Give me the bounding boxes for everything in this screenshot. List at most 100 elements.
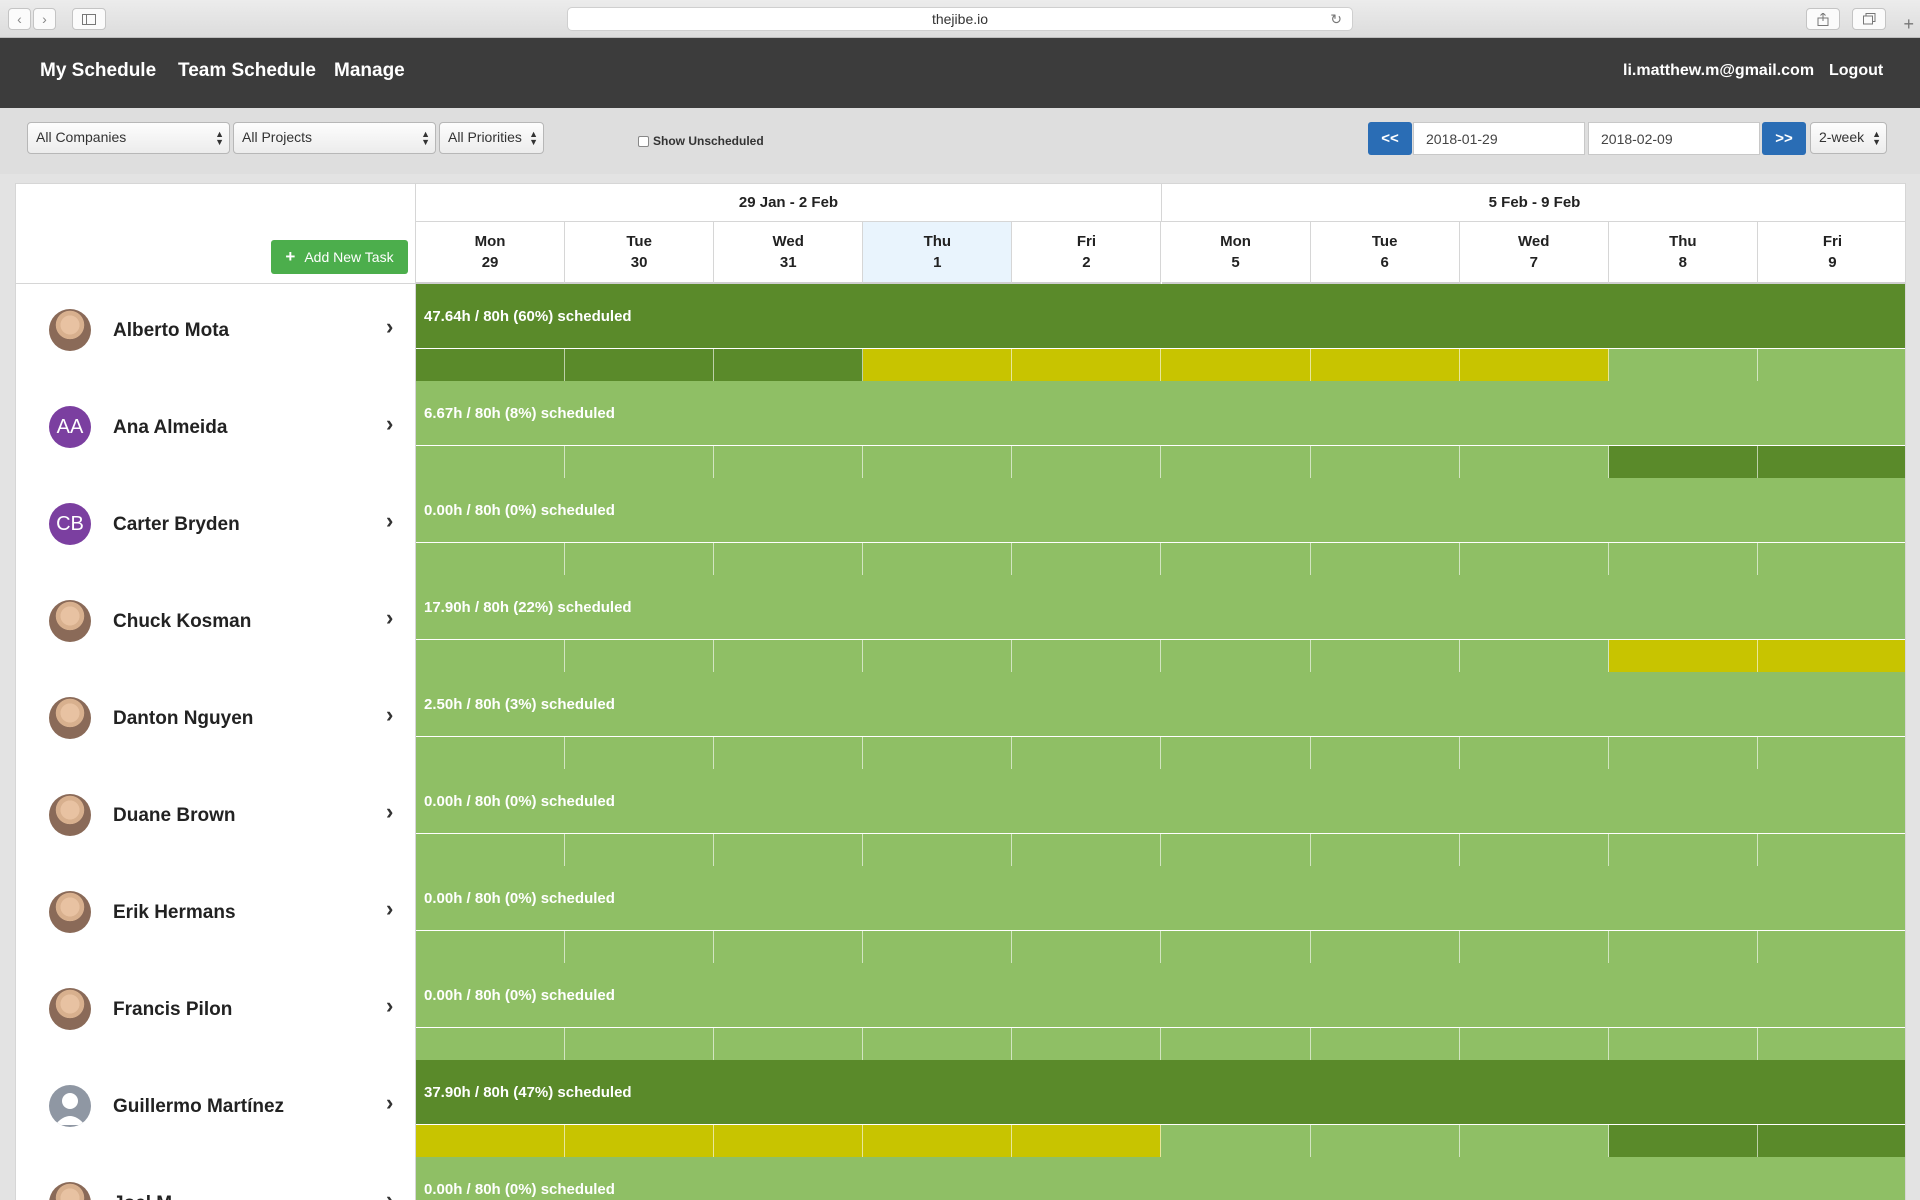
day-cell[interactable] — [565, 834, 715, 867]
back-button[interactable]: ‹ — [8, 8, 31, 30]
day-cell[interactable] — [714, 1125, 864, 1158]
day-cell[interactable] — [1310, 834, 1460, 867]
end-date-input[interactable]: 2018-02-09 — [1588, 122, 1760, 155]
day-cell[interactable] — [1459, 834, 1609, 867]
nav-manage[interactable]: Manage — [334, 60, 405, 82]
add-new-task-button[interactable]: + Add New Task — [271, 240, 408, 274]
day-cell[interactable] — [1310, 543, 1460, 576]
next-range-button[interactable]: >> — [1762, 122, 1806, 155]
day-cell[interactable] — [1012, 931, 1162, 964]
person-info[interactable]: Duane Brown › — [16, 769, 416, 866]
day-cell[interactable] — [1310, 1028, 1460, 1061]
day-cell[interactable] — [1757, 1028, 1905, 1061]
day-cell[interactable] — [863, 640, 1013, 673]
person-info[interactable]: Erik Hermans › — [16, 866, 416, 963]
day-cell[interactable] — [1459, 349, 1609, 382]
day-cell[interactable] — [714, 931, 864, 964]
day-cell[interactable] — [714, 737, 864, 770]
range-select[interactable]: 2-week ▲ ▼ — [1810, 122, 1887, 154]
day-cell[interactable] — [416, 1125, 566, 1158]
day-cell[interactable] — [1757, 446, 1905, 479]
schedule-summary-bar[interactable]: 47.64h / 80h (60%) scheduled — [416, 284, 1905, 348]
day-cell[interactable] — [1310, 737, 1460, 770]
day-cell[interactable] — [1608, 349, 1758, 382]
day-cell[interactable] — [1161, 834, 1311, 867]
chevron-right-icon[interactable]: › — [386, 508, 393, 534]
schedule-summary-bar[interactable]: 37.90h / 80h (47%) scheduled — [416, 1060, 1905, 1124]
person-info[interactable]: Guillermo Martínez › — [16, 1060, 416, 1157]
day-cell[interactable] — [1310, 349, 1460, 382]
day-cell[interactable] — [1161, 1125, 1311, 1158]
day-cell[interactable] — [1459, 1125, 1609, 1158]
nav-team-schedule[interactable]: Team Schedule — [178, 60, 316, 82]
day-cell[interactable] — [416, 349, 566, 382]
day-cell[interactable] — [1757, 834, 1905, 867]
day-cell[interactable] — [863, 834, 1013, 867]
day-cell[interactable] — [1161, 931, 1311, 964]
day-cell[interactable] — [565, 931, 715, 964]
new-tab-icon[interactable]: + — [1903, 14, 1914, 35]
day-cell[interactable] — [1161, 543, 1311, 576]
day-cell[interactable] — [565, 1028, 715, 1061]
chevron-right-icon[interactable]: › — [386, 605, 393, 631]
show-unscheduled-toggle[interactable]: Show Unscheduled — [638, 134, 764, 148]
schedule-summary-bar[interactable]: 0.00h / 80h (0%) scheduled — [416, 478, 1905, 542]
day-cell[interactable] — [1757, 931, 1905, 964]
day-cell[interactable] — [416, 1028, 566, 1061]
day-cell[interactable] — [1459, 737, 1609, 770]
day-cell[interactable] — [1012, 640, 1162, 673]
person-info[interactable]: Joel M... › — [16, 1157, 416, 1200]
day-cell[interactable] — [1012, 543, 1162, 576]
day-cell[interactable] — [863, 446, 1013, 479]
day-cell[interactable] — [1161, 1028, 1311, 1061]
day-cell[interactable] — [714, 349, 864, 382]
day-cell[interactable] — [1608, 737, 1758, 770]
day-cell[interactable] — [863, 931, 1013, 964]
chevron-right-icon[interactable]: › — [386, 1187, 393, 1200]
day-cell[interactable] — [1757, 543, 1905, 576]
day-cell[interactable] — [416, 834, 566, 867]
chevron-right-icon[interactable]: › — [386, 993, 393, 1019]
day-cell[interactable] — [714, 446, 864, 479]
show-unscheduled-checkbox[interactable] — [638, 135, 649, 147]
user-email[interactable]: li.matthew.m@gmail.com — [1623, 62, 1814, 80]
day-cell[interactable] — [1608, 834, 1758, 867]
day-cell[interactable] — [1608, 1125, 1758, 1158]
day-cell[interactable] — [1310, 640, 1460, 673]
schedule-summary-bar[interactable]: 6.67h / 80h (8%) scheduled — [416, 381, 1905, 445]
person-info[interactable]: Danton Nguyen › — [16, 672, 416, 769]
day-cell[interactable] — [1757, 1125, 1905, 1158]
day-cell[interactable] — [1608, 1028, 1758, 1061]
companies-select[interactable]: All Companies ▲ ▼ — [27, 122, 230, 154]
schedule-summary-bar[interactable]: 17.90h / 80h (22%) scheduled — [416, 575, 1905, 639]
day-cell[interactable] — [714, 543, 864, 576]
projects-select[interactable]: All Projects ▲ ▼ — [233, 122, 436, 154]
schedule-summary-bar[interactable]: 0.00h / 80h (0%) scheduled — [416, 963, 1905, 1027]
day-cell[interactable] — [1161, 737, 1311, 770]
day-cell[interactable] — [1608, 640, 1758, 673]
day-cell[interactable] — [1459, 931, 1609, 964]
chevron-right-icon[interactable]: › — [386, 896, 393, 922]
day-cell[interactable] — [565, 446, 715, 479]
sidebar-toggle-button[interactable] — [72, 8, 106, 30]
day-cell[interactable] — [416, 737, 566, 770]
day-cell[interactable] — [565, 640, 715, 673]
day-cell[interactable] — [1310, 931, 1460, 964]
day-cell[interactable] — [1757, 349, 1905, 382]
day-cell[interactable] — [714, 834, 864, 867]
day-cell[interactable] — [565, 737, 715, 770]
day-cell[interactable] — [1012, 1125, 1162, 1158]
day-cell[interactable] — [416, 543, 566, 576]
day-cell[interactable] — [1459, 446, 1609, 479]
day-cell[interactable] — [714, 640, 864, 673]
logout-link[interactable]: Logout — [1829, 62, 1883, 80]
day-cell[interactable] — [1012, 834, 1162, 867]
start-date-input[interactable]: 2018-01-29 — [1413, 122, 1585, 155]
day-cell[interactable] — [1012, 1028, 1162, 1061]
day-cell[interactable] — [1608, 543, 1758, 576]
schedule-summary-bar[interactable]: 2.50h / 80h (3%) scheduled — [416, 672, 1905, 736]
day-cell[interactable] — [1012, 349, 1162, 382]
person-info[interactable]: Chuck Kosman › — [16, 575, 416, 672]
chevron-right-icon[interactable]: › — [386, 702, 393, 728]
prev-range-button[interactable]: << — [1368, 122, 1412, 155]
